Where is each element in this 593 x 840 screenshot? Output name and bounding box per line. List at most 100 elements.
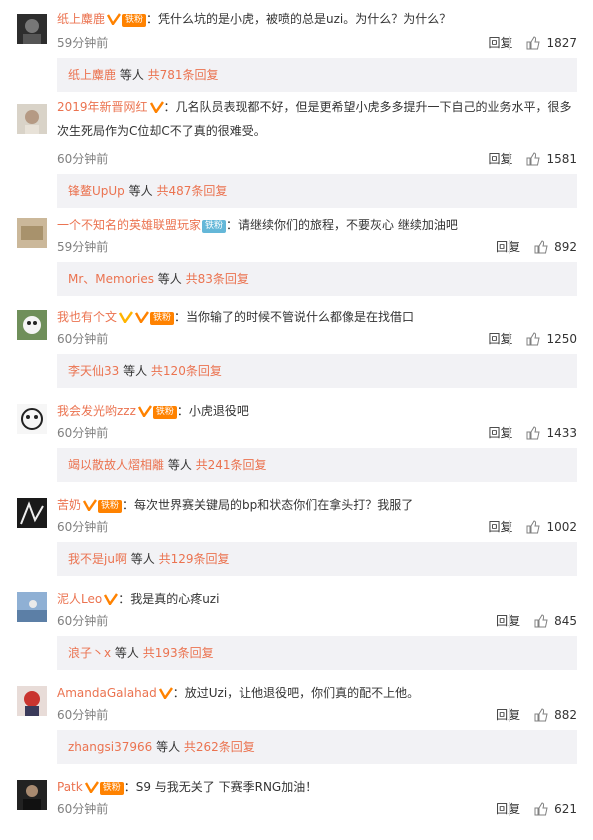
comment-header: AmandaGalahad ：放过Uzi，让他退役吧，你们真的配不上他。 [57, 682, 583, 706]
comment-header: 一个不知名的英雄联盟玩家 铁粉 ：请继续你们的旅程，不要灰心 继续加油吧 [57, 214, 583, 236]
comment-actions: 回复 1581 [488, 150, 577, 167]
comment-item: 我会发光哟zzz 铁粉 ：小虎退役吧 60分钟前 回复 1433 竭以散故人熠相離 … [0, 398, 593, 492]
comment-actions: 回复 1827 [488, 34, 577, 51]
comment-header: Patk 铁粉 ：S9 与我无关了 下赛季RNG加油！ [57, 776, 583, 800]
comment-actions: 回复 1433 [488, 424, 577, 441]
vip-icon [82, 496, 97, 518]
reply-user-link[interactable]: 浪子丶x [68, 646, 111, 660]
avatar[interactable] [17, 686, 47, 716]
like-button[interactable]: 845 [534, 614, 577, 628]
timestamp: 60分钟前 [57, 614, 109, 628]
reply-count-link[interactable]: 共83条回复 [186, 272, 249, 286]
comment-text: ：小虎退役吧 [176, 404, 249, 418]
like-button[interactable]: 1581 [526, 152, 577, 166]
reply-user-link[interactable]: zhangsi37966 [68, 740, 152, 754]
reply-etc: 等人 [152, 740, 184, 754]
reply-count-link[interactable]: 共120条回复 [151, 364, 222, 378]
username-link[interactable]: 纸上麋鹿 [57, 12, 105, 26]
fan-badge: 铁粉 [122, 14, 147, 27]
reply-etc: 等人 [116, 68, 148, 82]
comment-text: ：当你输了的时候不管说什么都像是在找借口 [174, 310, 415, 324]
like-count: 882 [554, 707, 577, 722]
username-link[interactable]: 苦奶 [57, 498, 81, 512]
like-button[interactable]: 892 [534, 240, 577, 254]
like-button[interactable]: 1250 [526, 332, 577, 346]
comment-text: ：凭什么坑的是小虎，被喷的总是uzi。为什么？为什么？ [146, 12, 452, 26]
vip-icon [106, 10, 121, 32]
avatar[interactable] [17, 218, 47, 248]
comment-list: 纸上麋鹿 铁粉 ：凭什么坑的是小虎，被喷的总是uzi。为什么？为什么？ 59分钟前 … [0, 0, 593, 820]
like-button[interactable]: 882 [534, 708, 577, 722]
reply-user-link[interactable]: Mr、Memories [68, 272, 154, 286]
comment-header: 2019年新晋网红 ：几名队员表现都不好，但是更希望小虎多多提升一下自己的业务水平… [57, 96, 577, 142]
fan-badge: 铁粉 [99, 782, 124, 795]
reply-user-link[interactable]: 纸上麋鹿 [68, 68, 116, 82]
avatar[interactable] [17, 780, 47, 810]
timestamp: 60分钟前 [57, 802, 109, 816]
reply-etc: 等人 [153, 272, 186, 286]
comment-item: Patk铁粉：S9 与我无关了 下赛季RNG加油！ 60分钟前 回复 621 [0, 774, 593, 820]
reply-count-link[interactable]: 共129条回复 [159, 552, 230, 566]
like-count: 845 [554, 613, 577, 628]
thumbs-up-icon [534, 707, 548, 721]
avatar[interactable] [17, 404, 47, 434]
like-count: 892 [554, 239, 577, 254]
reply-summary[interactable]: 纸上麋鹿 等人 共781条回复 [57, 58, 577, 92]
username-link[interactable]: 我会发光哟zzz [57, 404, 136, 418]
fan-badge: 铁粉 [202, 220, 227, 233]
reply-summary[interactable]: 我不是ju啊 等人 共129条回复 [57, 542, 577, 576]
comment-text: ：请继续你们的旅程，不要灰心 继续加油吧 [226, 218, 458, 232]
like-button[interactable]: 1827 [526, 36, 577, 50]
username-link[interactable]: 一个不知名的英雄联盟玩家 [57, 218, 201, 232]
reply-count-link[interactable]: 共487条回复 [156, 184, 227, 198]
comment-item: 一个不知名的英雄联盟玩家 铁粉 ：请继续你们的旅程，不要灰心 继续加油吧 59分钟前… [0, 210, 593, 304]
thumbs-up-icon [534, 613, 548, 627]
avatar[interactable] [17, 498, 47, 528]
avatar[interactable] [17, 14, 47, 44]
comment-item: 泥人Leo：我是真的心疼uzi 60分钟前 回复 845 浪子丶x 等人 共19… [0, 586, 593, 680]
username-link[interactable]: Patk [57, 780, 83, 794]
divider [509, 332, 510, 346]
reply-user-link[interactable]: 锋鳌UpUp [68, 184, 125, 198]
reply-user-link[interactable]: 竭以散故人熠相離 [68, 458, 164, 472]
reply-user-link[interactable]: 我不是ju啊 [68, 552, 127, 566]
reply-count-link[interactable]: 共241条回复 [196, 458, 267, 472]
reply-etc: 等人 [111, 646, 143, 660]
avatar[interactable] [17, 310, 47, 340]
comment-text: ：S9 与我无关了 下赛季RNG加油！ [123, 780, 318, 794]
reply-summary[interactable]: 浪子丶x 等人 共193条回复 [57, 636, 577, 670]
thumbs-up-icon [526, 331, 541, 345]
reply-summary[interactable]: 锋鳌UpUp 等人 共487条回复 [57, 174, 577, 208]
username-link[interactable]: AmandaGalahad [57, 686, 157, 700]
comment-item: 苦奶 铁粉 ：每次世界赛关键局的bp和状态你们在拿头打？我服了 60分钟前 回复 1… [0, 492, 593, 586]
timestamp: 60分钟前 [57, 332, 109, 346]
vip-icon [84, 778, 99, 800]
reply-count-link[interactable]: 共193条回复 [143, 646, 214, 660]
username-link[interactable]: 泥人Leo [57, 592, 102, 606]
reply-summary[interactable]: 李天仙33 等人 共120条回复 [57, 354, 577, 388]
username-link[interactable]: 我也有个文 [57, 310, 117, 324]
like-button[interactable]: 1433 [526, 426, 577, 440]
avatar[interactable] [17, 104, 47, 134]
reply-summary[interactable]: 竭以散故人熠相離 等人 共241条回复 [57, 448, 577, 482]
vip-icon [158, 684, 173, 706]
divider [509, 520, 510, 534]
vip-icon [134, 308, 149, 330]
reply-summary[interactable]: Mr、Memories 等人 共83条回复 [57, 262, 577, 296]
reply-user-link[interactable]: 李天仙33 [68, 364, 119, 378]
reply-count-link[interactable]: 共262条回复 [184, 740, 255, 754]
like-button[interactable]: 1002 [526, 520, 577, 534]
like-button[interactable]: 621 [534, 802, 577, 816]
username-link[interactable]: 2019年新晋网红 [57, 100, 148, 114]
fan-badge: 铁粉 [152, 406, 177, 419]
reply-summary[interactable]: zhangsi37966 等人 共262条回复 [57, 730, 577, 764]
comment-item: 我也有个文 铁粉 ：当你输了的时候不管说什么都像是在找借口 60分钟前 回复 125… [0, 304, 593, 398]
reply-count-link[interactable]: 共781条回复 [148, 68, 219, 82]
thumbs-up-icon [526, 425, 541, 439]
avatar[interactable] [17, 592, 47, 622]
thumbs-up-icon [534, 801, 548, 815]
comment-header: 我会发光哟zzz 铁粉 ：小虎退役吧 [57, 400, 583, 424]
timestamp: 60分钟前 [57, 152, 109, 166]
like-count: 1433 [546, 425, 577, 440]
fan-badge: 铁粉 [98, 500, 123, 513]
